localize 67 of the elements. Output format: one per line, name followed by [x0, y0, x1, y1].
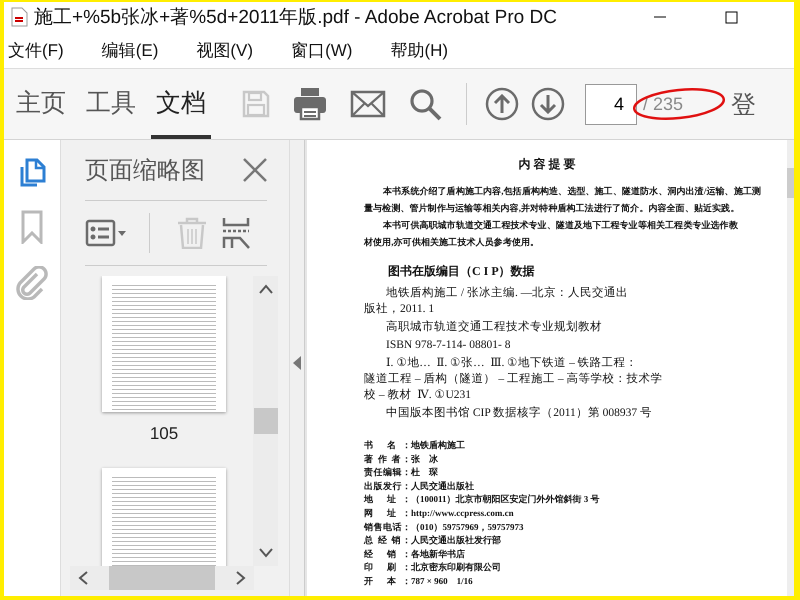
down-arrow-circle-icon[interactable] [531, 87, 565, 121]
section-heading: 内 容 提 要 [518, 156, 576, 173]
page-thumbnail[interactable] [102, 276, 226, 412]
scroll-thumb[interactable] [109, 566, 215, 590]
paragraph: 中国版本图书馆 CIP 数据核字（2011）第 008937 号 [385, 405, 654, 421]
field-value: （100011）北京市朝阳区安定门外外馆斜街 3 号 [411, 493, 600, 506]
field-value: 北京密东印刷有限公司 [411, 561, 501, 574]
field-value: （010）59757969，59757973 [411, 520, 524, 534]
paragraph: 地铁盾构施工 / 张冰主编. —北京：人民交通出 版社，2011. 1 [364, 285, 630, 317]
scroll-right-icon[interactable] [236, 571, 246, 585]
field-label: 开 本： [364, 574, 411, 588]
field-label: 网 址： [364, 506, 411, 520]
field-value: 各地新华书店 [411, 548, 465, 561]
field-value: 787 × 960 1/16 [411, 574, 473, 588]
envelope-icon[interactable] [350, 88, 386, 120]
scroll-left-icon[interactable] [78, 571, 88, 585]
tab[interactable]: 主页 [11, 69, 71, 139]
field-label: 责任编辑： [364, 466, 411, 480]
page-number-label: 105 [150, 424, 178, 444]
scroll-thumb[interactable] [254, 408, 278, 434]
print-icon[interactable] [292, 86, 328, 122]
page-thumbnail[interactable] [102, 468, 226, 566]
collapse-arrow-icon[interactable] [293, 356, 301, 370]
field-label: 书 名： [364, 439, 411, 452]
field-label: 地 址： [364, 493, 411, 506]
menu-item[interactable]: 窗口(W) [287, 38, 356, 62]
field-label: 经 销： [364, 548, 411, 561]
maximize-icon[interactable] [725, 10, 738, 24]
cip-heading: 图书在版编目（C I P）数据 [388, 263, 536, 279]
paragraph: 高职城市轨道交通工程技术专业规划教材 [385, 319, 603, 335]
field-value: 人民交通出版社发行部 [411, 534, 501, 548]
close-icon[interactable] [243, 158, 267, 182]
paragraph: Ⅰ. ①地… Ⅱ. ①张… Ⅲ. ①地下铁道 – 铁路工程： 隧道工程 – 盾构（隧道） – 工程施工 – 高等学校：技术学 校 – 教材 Ⅳ. ①U231 [364, 356, 664, 403]
field-label: 印 刷： [364, 561, 411, 574]
sign-in-link[interactable]: 登 [731, 88, 756, 120]
paragraph: ISBN 978-7-114- 08801- 8 [385, 338, 512, 353]
page-extract-icon[interactable] [222, 216, 250, 250]
field-label: 销售电话： [364, 520, 411, 534]
pdf-file-icon [10, 7, 28, 27]
menu-item[interactable]: 视图(V) [192, 38, 258, 62]
menu-item[interactable]: 帮助(H) [386, 38, 452, 62]
paragraph: 本书可供高职城市轨道交通工程技术专业、隧道及地下工程专业等相关工程类专业选作教 材使用,亦可供相关施工技术人员参考使用。 [364, 219, 739, 249]
scroll-up-icon[interactable] [258, 284, 272, 294]
page-number-field[interactable]: 4 [585, 84, 637, 124]
menu-item[interactable]: 文件(F) [4, 38, 68, 62]
tab[interactable]: 工具 [81, 69, 141, 139]
field-value: 张 冰 [411, 452, 438, 466]
window-title: 施工+%5b张冰+著%5d+2011年版.pdf - Adobe Acrobat Pro DC [34, 6, 557, 30]
vertical-scrollbar[interactable] [253, 276, 278, 566]
field-value: 地铁盾构施工 [411, 439, 465, 452]
paperclip-icon[interactable] [15, 266, 49, 300]
panel-title: 页面缩略图 [85, 156, 206, 186]
document-scrollbar[interactable] [787, 140, 794, 596]
field-value: 杜 琛 [411, 466, 438, 480]
field-value: http://www.ccpress.com.cn [411, 506, 514, 520]
field-label: 出版发行： [364, 480, 411, 493]
field-label: 著 作 者： [364, 452, 411, 466]
scroll-down-icon[interactable] [258, 548, 272, 558]
up-arrow-circle-icon[interactable] [485, 87, 519, 121]
list-options-icon[interactable] [85, 218, 127, 248]
search-icon[interactable] [408, 87, 442, 121]
paragraph: 本书系统介绍了盾构施工内容,包括盾构构造、选型、施工、隧道防水、洞内出渣/运输、施工测 量与检测、管片制作与运输等相关内容,并对特种盾构工法进行了简介。内容全面、贴近实践。 [364, 185, 762, 215]
scroll-thumb[interactable] [787, 168, 794, 198]
field-value: 人民交通出版社 [411, 480, 474, 493]
menu-item[interactable]: 编辑(E) [98, 38, 162, 62]
horizontal-scrollbar[interactable] [70, 566, 254, 590]
field-label: 总 经 销： [364, 534, 411, 548]
